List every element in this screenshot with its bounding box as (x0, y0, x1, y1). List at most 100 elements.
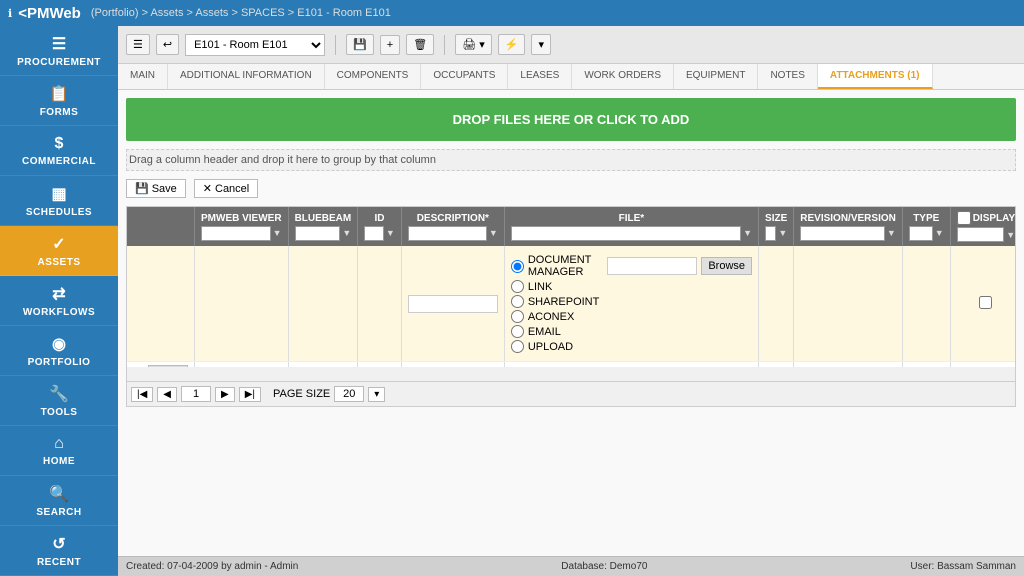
radio-upload[interactable]: UPLOAD (511, 339, 600, 354)
filter-type[interactable] (909, 226, 933, 241)
sidebar-item-tools[interactable]: 🔧 TOOLS (0, 376, 118, 426)
filter-size[interactable] (765, 226, 776, 241)
info-icon[interactable]: ℹ (8, 7, 12, 20)
thumbnail-image: img (148, 365, 188, 367)
list-button[interactable]: ☰ (126, 34, 150, 55)
sidebar-item-workflows[interactable]: ⇄ WORKFLOWS (0, 276, 118, 326)
tab-work-orders[interactable]: WORK ORDERS (572, 64, 674, 89)
filter-display[interactable] (957, 227, 1005, 242)
display-all-checkbox[interactable] (957, 211, 971, 225)
attachments-panel: DROP FILES HERE OR CLICK TO ADD Drag a c… (118, 90, 1024, 556)
sidebar-label-schedules: SCHEDULES (26, 207, 92, 218)
col-header-revision: REVISION/VERSION ▼ (794, 207, 903, 246)
sidebar-label-procurement: PROCUREMENT (17, 57, 101, 68)
drop-zone[interactable]: DROP FILES HERE OR CLICK TO ADD (126, 98, 1016, 141)
file-path-input[interactable] (607, 257, 697, 275)
filter-pmweb[interactable] (201, 226, 271, 241)
edit-revision-cell (794, 246, 903, 362)
logo: <PMWeb (18, 5, 81, 22)
print-button[interactable]: 🖨 ▾ (455, 34, 492, 55)
sidebar-label-commercial: COMMERCIAL (22, 156, 96, 167)
page-number-input[interactable] (181, 386, 211, 402)
commercial-icon: $ (55, 135, 64, 153)
tab-bar: MAIN ADDITIONAL INFORMATION COMPONENTS O… (118, 64, 1024, 90)
tab-main[interactable]: MAIN (118, 64, 168, 89)
col-header-pmweb: PMWEB VIEWER ▼ (195, 207, 289, 246)
delete-button[interactable]: 🗑 (406, 34, 434, 55)
filter-description[interactable] (408, 226, 487, 241)
user-info: User: Bassam Samman (910, 561, 1016, 572)
content-area: ☰ ↩ E101 - Room E101 💾 + 🗑 🖨 ▾ ⚡ ▾ MAIN … (118, 26, 1024, 576)
save-record-button[interactable]: 💾 Save (126, 179, 186, 198)
edit-id-cell (358, 246, 402, 362)
display-checkbox-edit[interactable] (979, 296, 992, 309)
tools-icon: 🔧 (49, 384, 69, 404)
lightning-button[interactable]: ⚡ (498, 34, 526, 55)
tab-attachments[interactable]: ATTACHMENTS (1) (818, 64, 933, 89)
add-button[interactable]: + (380, 35, 400, 55)
horizontal-scrollbar[interactable] (127, 367, 1015, 381)
description-input[interactable] (408, 295, 498, 313)
tab-leases[interactable]: LEASES (508, 64, 572, 89)
tab-additional[interactable]: ADDITIONAL INFORMATION (168, 64, 325, 89)
page-size-label: PAGE SIZE (273, 388, 330, 400)
sidebar-item-search[interactable]: 🔍 SEARCH (0, 476, 118, 526)
edit-file-cell: DOCUMENT MANAGER LINK SHAREPOINT ACONEX … (504, 246, 758, 362)
sidebar-item-assets[interactable]: ✓ ASSETS (0, 226, 118, 276)
page-size-input[interactable] (334, 386, 364, 402)
last-page-button[interactable]: ▶| (239, 387, 261, 402)
group-by-bar[interactable]: Drag a column header and drop it here to… (126, 149, 1016, 171)
undo-button[interactable]: ↩ (156, 34, 179, 55)
attachments-table-container: PMWEB VIEWER ▼ BLUEBEAM ▼ ID (126, 206, 1016, 407)
tab-components[interactable]: COMPONENTS (325, 64, 422, 89)
col-header-file: FILE* ▼ (504, 207, 758, 246)
sidebar-label-forms: FORMS (40, 107, 79, 118)
page-size-dropdown[interactable]: ▾ (368, 387, 385, 402)
col-header-description: DESCRIPTION* ▼ (401, 207, 504, 246)
sidebar-item-procurement[interactable]: ☰ PROCUREMENT (0, 26, 118, 76)
prev-page-button[interactable]: ◀ (157, 387, 177, 402)
radio-aconex[interactable]: ACONEX (511, 309, 600, 324)
attachments-table: PMWEB VIEWER ▼ BLUEBEAM ▼ ID (127, 207, 1015, 367)
tab-notes[interactable]: NOTES (758, 64, 817, 89)
filter-bluebeam[interactable] (295, 226, 341, 241)
next-page-button[interactable]: ▶ (215, 387, 235, 402)
sidebar-label-portfolio: PORTFOLIO (28, 357, 91, 368)
tab-equipment[interactable]: EQUIPMENT (674, 64, 758, 89)
first-page-button[interactable]: |◀ (131, 387, 153, 402)
sidebar-label-assets: ASSETS (37, 257, 80, 268)
filter-file[interactable] (511, 226, 741, 241)
record-select[interactable]: E101 - Room E101 (185, 34, 325, 56)
table-scroll-area[interactable]: PMWEB VIEWER ▼ BLUEBEAM ▼ ID (127, 207, 1015, 367)
tab-occupants[interactable]: OCCUPANTS (421, 64, 508, 89)
radio-doc-manager[interactable]: DOCUMENT MANAGER (511, 253, 600, 279)
recent-icon: ↺ (52, 534, 65, 554)
toolbar: ☰ ↩ E101 - Room E101 💾 + 🗑 🖨 ▾ ⚡ ▾ (118, 26, 1024, 64)
filter-id[interactable] (364, 226, 384, 241)
sidebar-item-commercial[interactable]: $ COMMERCIAL (0, 126, 118, 176)
sidebar-item-schedules[interactable]: ▦ SCHEDULES (0, 176, 118, 226)
radio-email[interactable]: EMAIL (511, 324, 600, 339)
sidebar-item-forms[interactable]: 📋 FORMS (0, 76, 118, 126)
radio-link[interactable]: LINK (511, 279, 600, 294)
filter-revision[interactable] (800, 226, 885, 241)
top-bar: ℹ <PMWeb (Portfolio) > Assets > Assets >… (0, 0, 1024, 26)
sidebar-item-recent[interactable]: ↺ RECENT (0, 526, 118, 576)
radio-sharepoint[interactable]: SHAREPOINT (511, 294, 600, 309)
save-button[interactable]: 💾 (346, 34, 374, 55)
col-header-display: DISPLAY ▼ (950, 207, 1015, 246)
browse-button[interactable]: Browse (701, 257, 752, 275)
forms-icon: 📋 (49, 84, 69, 104)
sidebar-label-home: HOME (43, 456, 75, 467)
save-record-icon: 💾 (135, 182, 149, 195)
portfolio-icon: ◉ (52, 334, 66, 354)
cancel-button[interactable]: ✕ Cancel (194, 179, 258, 198)
edit-description-cell[interactable] (401, 246, 504, 362)
sidebar-label-tools: TOOLS (41, 407, 78, 418)
edit-display-cell[interactable] (950, 246, 1015, 362)
dropdown-button[interactable]: ▾ (531, 34, 551, 55)
sidebar-item-home[interactable]: ⌂ HOME (0, 426, 118, 476)
sidebar-item-portfolio[interactable]: ◉ PORTFOLIO (0, 326, 118, 376)
assets-icon: ✓ (52, 234, 65, 254)
status-bar: Created: 07-04-2009 by admin - Admin Dat… (118, 556, 1024, 576)
